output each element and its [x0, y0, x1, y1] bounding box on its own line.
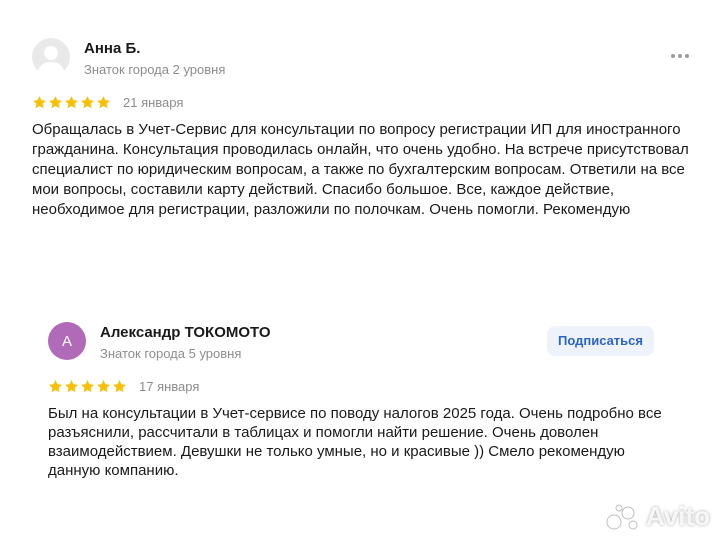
star-icon: [49, 95, 62, 108]
star-icon: [97, 379, 110, 392]
review-text: Обращалась в Учет-Сервис для консультаци…: [32, 121, 689, 218]
author-name[interactable]: Александр ТОКОМОТО: [100, 324, 271, 341]
review-card-2: А Александр ТОКОМОТО Знаток города 5 уро…: [48, 322, 668, 480]
star-icon: [81, 379, 94, 392]
review-header: Анна Б. Знаток города 2 уровня: [32, 38, 692, 86]
more-dots-icon[interactable]: [668, 48, 692, 64]
author-level: Знаток города 2 уровня: [84, 62, 226, 77]
star-icon: [113, 379, 126, 392]
subscribe-button[interactable]: Подписаться: [546, 326, 654, 356]
avatar[interactable]: А: [48, 322, 86, 360]
star-icon: [65, 379, 78, 392]
rating-row: 17 января: [48, 376, 668, 396]
star-rating: [32, 95, 111, 110]
star-icon: [81, 95, 94, 108]
rating-row: 21 января: [32, 92, 692, 112]
star-icon: [97, 95, 110, 108]
author-level: Знаток города 5 уровня: [100, 346, 242, 361]
avito-logo-icon: [606, 504, 638, 529]
watermark-text: Avito: [645, 501, 710, 531]
star-icon: [49, 379, 62, 392]
review-card-1: Анна Б. Знаток города 2 уровня 21 января…: [32, 38, 692, 220]
review-text: Был на консультации в Учет-сервисе по по…: [48, 405, 662, 479]
author-name[interactable]: Анна Б.: [84, 40, 140, 57]
review-header: А Александр ТОКОМОТО Знаток города 5 уро…: [48, 322, 668, 370]
star-rating: [48, 379, 127, 394]
review-date: 21 января: [123, 94, 184, 110]
user-silhouette-icon[interactable]: [32, 38, 70, 76]
review-date: 17 января: [139, 378, 200, 394]
star-icon: [33, 95, 46, 108]
star-icon: [65, 95, 78, 108]
avito-watermark: Avito: [604, 501, 710, 532]
